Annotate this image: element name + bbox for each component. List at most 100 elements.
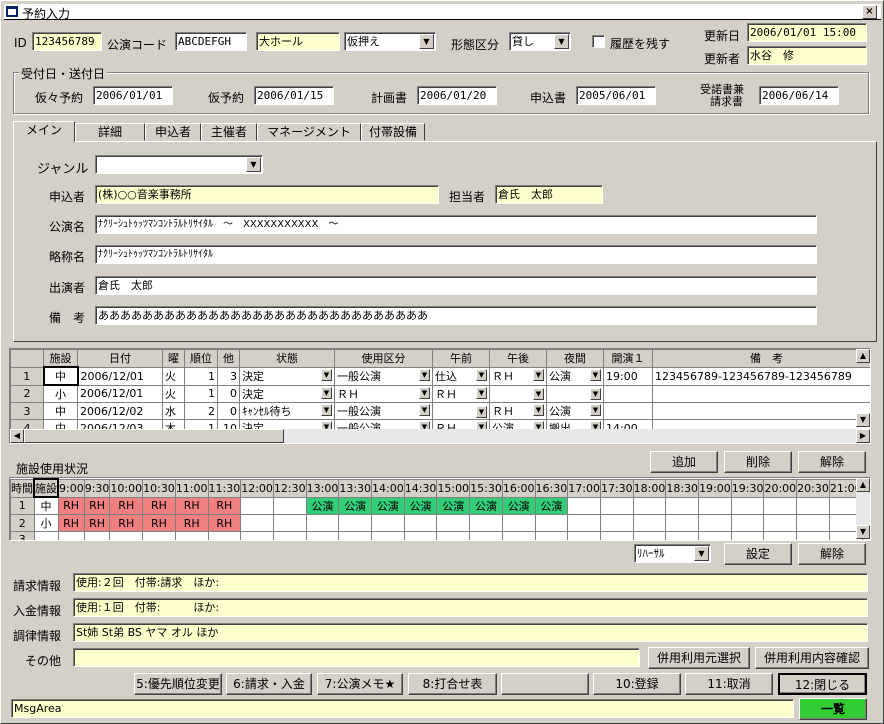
usage-slot[interactable]: RH xyxy=(207,514,242,532)
cell-rank[interactable]: 1 xyxy=(184,384,218,403)
usage-slot[interactable] xyxy=(730,531,765,540)
chevron-down-icon[interactable]: ▼ xyxy=(419,34,434,49)
cell-weekday[interactable]: 火 xyxy=(162,384,185,403)
cell-pm[interactable]: ▼ xyxy=(489,384,547,403)
usage-type-select[interactable]: ﾘﾊｰｻﾙ ▼ xyxy=(634,544,711,563)
applicant-field[interactable]: (株)○○音楽事務所 xyxy=(95,185,439,204)
usage-slot[interactable] xyxy=(338,531,373,540)
usage-slot[interactable] xyxy=(436,531,471,540)
col-header[interactable]: 使用区分 xyxy=(334,349,433,368)
cell-facility[interactable]: 中 xyxy=(43,402,78,420)
cell-facility[interactable]: 中 xyxy=(42,366,79,386)
usage-slot[interactable]: 公演 xyxy=(403,496,438,515)
cancel-button[interactable]: 11:取消 xyxy=(685,673,773,695)
chevron-down-icon[interactable]: ▼ xyxy=(321,404,332,416)
usage-slot[interactable]: RH xyxy=(109,514,144,532)
usage-slot[interactable] xyxy=(763,514,798,532)
release-button-2[interactable]: 解除 xyxy=(798,543,866,565)
cell-usage[interactable]: 一般公演 ▼ xyxy=(334,402,433,420)
cell-status[interactable]: ｷｬﾝｾﾙ待ち ▼ xyxy=(239,402,335,420)
usage-slot[interactable] xyxy=(763,496,798,515)
apply-field[interactable]: 2005/06/01 xyxy=(576,86,656,105)
set-button[interactable]: 設定 xyxy=(724,543,792,565)
usage-slot[interactable] xyxy=(665,514,700,532)
usage-slot[interactable] xyxy=(632,514,667,532)
usage-slot[interactable]: RH xyxy=(174,496,209,515)
cell-rank[interactable]: 1 xyxy=(184,366,218,386)
add-button[interactable]: 追加 xyxy=(650,451,718,473)
scroll-thumb[interactable] xyxy=(24,429,284,443)
genre-select[interactable]: ▼ xyxy=(95,155,263,174)
usage-slot[interactable] xyxy=(599,514,634,532)
tab-detail[interactable]: 詳細 xyxy=(75,123,145,141)
usage-slot[interactable]: RH xyxy=(83,496,111,515)
cell-note[interactable]: 123456789-123456789-123456789 xyxy=(652,366,870,386)
cell-other[interactable]: 0 xyxy=(217,402,240,420)
usage-vscrollbar[interactable] xyxy=(856,492,870,525)
usage-slot[interactable] xyxy=(403,531,438,540)
cell-other[interactable]: 0 xyxy=(217,384,240,403)
col-header[interactable]: 順位 xyxy=(184,349,218,368)
scroll-down-icon[interactable]: ▼ xyxy=(856,413,870,427)
chevron-down-icon[interactable]: ▼ xyxy=(590,388,601,401)
cell-date[interactable]: 2006/12/01 xyxy=(77,366,163,386)
usage-slot[interactable]: 公演 xyxy=(371,496,405,515)
reserve-type-select[interactable]: 仮押え ▼ xyxy=(344,32,436,51)
tab-management[interactable]: マネージメント xyxy=(257,123,361,141)
usage-slot[interactable] xyxy=(403,514,438,532)
usage-slot[interactable] xyxy=(305,514,340,532)
form-select[interactable]: 貸し ▼ xyxy=(509,32,571,51)
usage-row-number[interactable]: 3 xyxy=(10,531,35,540)
performer-field[interactable]: 倉氏 太郎 xyxy=(95,276,817,295)
usage-slot[interactable] xyxy=(338,514,373,532)
usage-slot[interactable] xyxy=(730,514,765,532)
usage-slot[interactable] xyxy=(698,514,732,532)
cell-pm[interactable]: ＲＨ ▼ xyxy=(489,402,547,420)
usage-slot[interactable]: 公演 xyxy=(469,496,503,515)
col-header[interactable]: 午後 xyxy=(489,349,547,368)
show-field[interactable]: ﾅｸﾘｰｼｭﾄｩｯﾂﾏﾝｺﾝﾄﾗﾙﾄﾘｻｲﾀﾙ ～ XXXXXXXXXXX ～ xyxy=(95,215,817,234)
usage-slot[interactable] xyxy=(796,496,830,515)
scroll-up-icon[interactable]: ▲ xyxy=(856,349,870,363)
cell-date[interactable]: 2006/12/01 xyxy=(77,384,163,403)
table-row[interactable]: 3 中 2006/12/02 水 2 0 ｷｬﾝｾﾙ待ち ▼ 一般公演 ▼ ▼ ＲＨ… xyxy=(10,402,870,420)
usage-slot[interactable] xyxy=(207,531,242,540)
scroll-left-icon[interactable]: ◀ xyxy=(10,429,24,443)
usage-slot[interactable] xyxy=(534,531,569,540)
chevron-down-icon[interactable]: ▼ xyxy=(590,369,601,381)
usage-slot[interactable] xyxy=(240,496,274,515)
chevron-down-icon[interactable]: ▼ xyxy=(476,369,487,381)
cell-am[interactable]: ＲＨ ▼ xyxy=(432,384,490,403)
usage-slot[interactable] xyxy=(501,514,536,532)
usage-facility[interactable] xyxy=(33,531,59,540)
tab-main[interactable]: メイン xyxy=(13,121,75,142)
usage-slot[interactable] xyxy=(371,531,405,540)
usage-slot[interactable] xyxy=(272,496,307,515)
usage-slot[interactable]: RH xyxy=(142,514,176,532)
usage-slot[interactable] xyxy=(796,514,830,532)
usage-row[interactable]: 1 中 RH RH RH RH RH RH 公演 公演 公演 公演 公演 公演 公演 公演 xyxy=(10,496,870,515)
tentative2-field[interactable]: 2006/01/01 xyxy=(93,86,173,105)
usage-slot[interactable]: 公演 xyxy=(305,496,340,515)
cell-note[interactable] xyxy=(652,402,870,420)
chevron-down-icon[interactable]: ▼ xyxy=(590,404,601,416)
usage-slot[interactable] xyxy=(567,531,601,540)
usage-slot[interactable] xyxy=(567,514,601,532)
usage-slot[interactable] xyxy=(109,531,144,540)
scroll-down-icon[interactable]: ▼ xyxy=(856,525,870,539)
cell-start[interactable] xyxy=(603,384,653,403)
id-field[interactable]: 123456789 xyxy=(32,32,102,51)
usage-slot[interactable]: RH xyxy=(57,514,85,532)
chevron-down-icon[interactable]: ▼ xyxy=(321,369,332,381)
release-button[interactable]: 解除 xyxy=(798,451,866,473)
chevron-down-icon[interactable]: ▼ xyxy=(476,405,487,418)
cell-night[interactable]: 公演 ▼ xyxy=(546,366,604,386)
usage-slot[interactable] xyxy=(599,531,634,540)
chevron-down-icon[interactable]: ▼ xyxy=(533,404,544,416)
cell-night[interactable]: 公演 ▼ xyxy=(546,402,604,420)
chevron-down-icon[interactable]: ▼ xyxy=(419,386,430,399)
col-header[interactable]: 他 xyxy=(217,349,240,368)
usage-slot[interactable]: 公演 xyxy=(436,496,471,515)
usage-slot[interactable]: 公演 xyxy=(501,496,536,515)
joint-confirm-button[interactable]: 併用利用内容確認 xyxy=(755,647,869,669)
